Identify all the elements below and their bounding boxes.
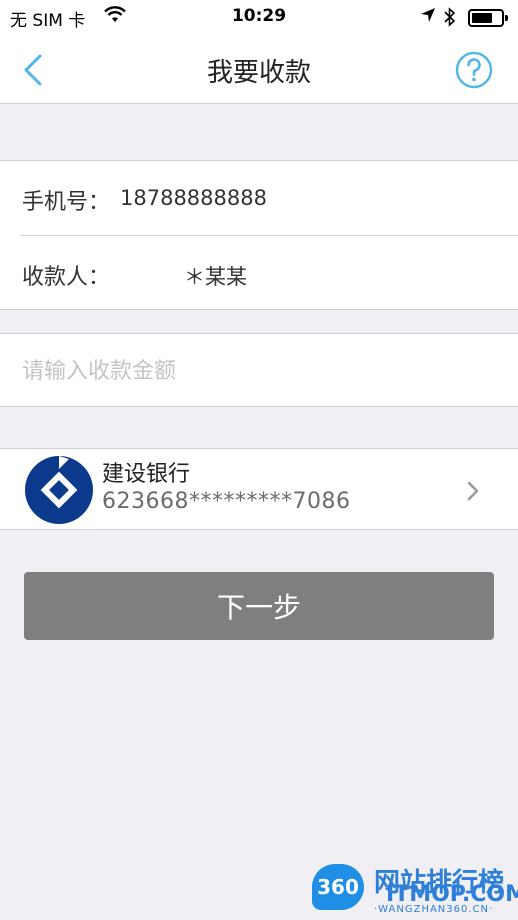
bank-card-group: 建设银行 623668*********7086 <box>0 448 518 530</box>
clock-time: 10:29 <box>231 6 287 26</box>
watermark: 360 网站排行榜 ITMOP.COM ·WANGZHAN360.CN· <box>304 858 518 920</box>
help-button[interactable] <box>454 50 494 90</box>
phone-value: 18788888888 <box>120 186 267 210</box>
bank-name: 建设银行 <box>102 462 191 487</box>
amount-group <box>0 333 518 407</box>
amount-input[interactable] <box>22 354 492 388</box>
status-bar: 无 SIM 卡 10:29 <box>0 0 518 36</box>
navigation-bar: 我要收款 <box>0 36 518 104</box>
watermark-url: ·WANGZHAN360.CN· <box>374 904 494 915</box>
phone-label: 手机号： <box>22 190 111 215</box>
next-step-button[interactable]: 下一步 <box>24 572 494 640</box>
payee-row: 收款人： ＊某某 <box>20 235 518 309</box>
page-title: 我要收款 <box>206 58 311 88</box>
payee-value: ＊某某 <box>184 265 247 289</box>
location-arrow-icon <box>420 7 436 28</box>
question-circle-icon <box>455 51 493 89</box>
watermark-360-badge: 360 <box>312 864 364 910</box>
chevron-right-icon <box>467 481 479 501</box>
bank-card-number: 623668*********7086 <box>102 489 351 514</box>
bluetooth-icon <box>444 7 456 32</box>
ccb-bank-logo-icon <box>25 456 93 524</box>
battery-icon <box>468 9 508 27</box>
phone-row: 手机号： 18788888888 <box>0 161 518 235</box>
payee-label: 收款人： <box>22 265 111 290</box>
bank-card-row[interactable]: 建设银行 623668*********7086 <box>0 449 518 529</box>
payee-info-group: 手机号： 18788888888 收款人： ＊某某 <box>0 160 518 310</box>
